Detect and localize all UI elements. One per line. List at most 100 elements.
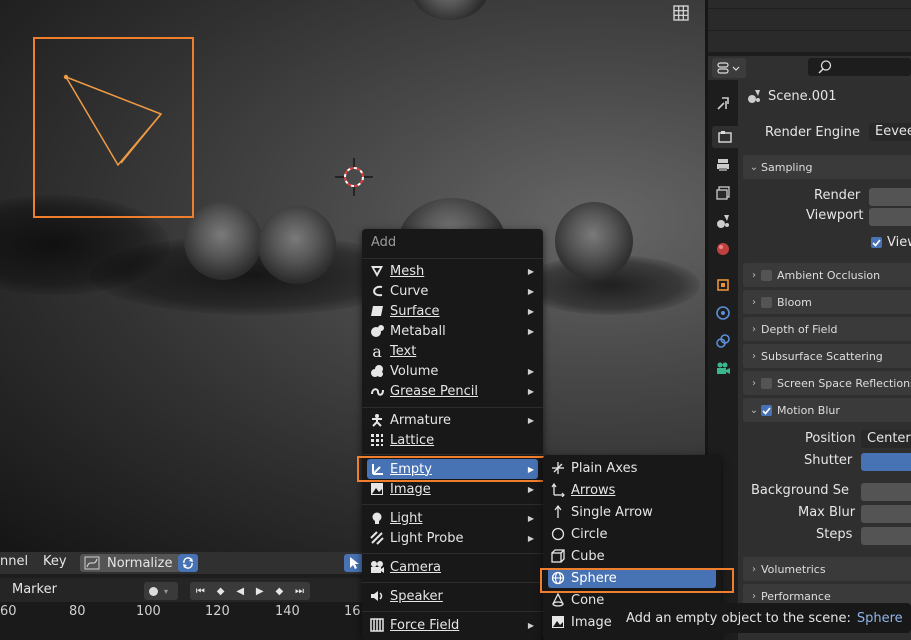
select-tool-button[interactable]: [344, 554, 364, 572]
menu-item-grease-pencil[interactable]: Grease Pencil ▶: [367, 381, 538, 401]
tab-object[interactable]: [712, 274, 734, 296]
jump-start-icon[interactable]: ⏮: [196, 586, 205, 597]
steps-label: Steps: [816, 527, 853, 542]
panel-title: Sampling: [761, 160, 813, 174]
menu-item-plain-axes[interactable]: Plain Axes: [548, 458, 716, 478]
menu-separator: [362, 553, 543, 554]
tab-world[interactable]: [712, 238, 734, 260]
tab-physics[interactable]: [712, 302, 734, 324]
menu-item-curve[interactable]: Curve ▶: [367, 281, 538, 301]
tab-tool[interactable]: [712, 92, 734, 114]
checkbox-icon[interactable]: [761, 377, 772, 389]
menu-item-metaball[interactable]: Metaball ▶: [367, 321, 538, 341]
render-engine-dropdown[interactable]: Eevee: [869, 123, 911, 141]
normalize-toggle[interactable]: Normalize: [80, 554, 180, 572]
toggle-grid-button[interactable]: [670, 2, 692, 24]
normalize-label: Normalize: [107, 555, 173, 571]
cone-icon: [548, 590, 568, 610]
playback-controls: ⏮ ◆ ◀ ▶ ◆ ⏭: [190, 582, 310, 600]
render-icon: [718, 131, 732, 143]
tooltip: Add an empty object to the scene: Sphere: [614, 603, 911, 633]
next-keyframe-icon[interactable]: ◆: [275, 586, 283, 597]
submenu-arrow-icon: ▶: [527, 386, 534, 396]
add-menu: Add Mesh ▶ Curve ▶ Surface ▶ Metaball ▶ …: [362, 229, 543, 640]
tooltip-value: Sphere: [856, 610, 903, 626]
menu-item-force-field[interactable]: Force Field ▶: [367, 615, 538, 635]
steps-field[interactable]: [861, 527, 911, 545]
auto-normalize-button[interactable]: [178, 554, 198, 572]
submenu-arrow-icon: ▶: [527, 533, 534, 543]
menu-item-armature[interactable]: Armature ▶: [367, 410, 538, 430]
outliner-area[interactable]: [708, 0, 911, 52]
editor-type-button[interactable]: [712, 58, 746, 78]
submenu-arrow-icon: ▶: [527, 513, 534, 523]
jump-end-icon[interactable]: ⏭: [295, 586, 304, 597]
max-blur-field[interactable]: [861, 505, 911, 523]
force-field-icon: [367, 615, 387, 635]
3d-cursor-icon[interactable]: [333, 156, 375, 198]
sampling-panel-header[interactable]: ⌄ Sampling: [743, 155, 911, 179]
menu-item-volume[interactable]: Volume ▶: [367, 361, 538, 381]
render-engine-value: Eevee: [875, 124, 911, 139]
tab-scene[interactable]: [712, 210, 734, 232]
checkbox-icon[interactable]: [761, 269, 772, 281]
play-reverse-icon[interactable]: ◀: [236, 586, 244, 597]
tab-constraints[interactable]: [712, 330, 734, 352]
tab-view-layer[interactable]: [712, 182, 734, 204]
marker-menu[interactable]: Marker: [12, 582, 57, 597]
menu-item-image[interactable]: Image ▶: [367, 479, 538, 499]
prev-keyframe-icon[interactable]: ◆: [217, 586, 225, 597]
menu-separator: [362, 582, 543, 583]
menu-item-label: Force Field: [390, 617, 460, 633]
shutter-slider[interactable]: [861, 453, 911, 471]
checkbox-icon[interactable]: [761, 296, 772, 308]
motion-blur-panel-header[interactable]: ⌄ Motion Blur: [743, 398, 911, 422]
menu-item-camera[interactable]: Camera: [367, 557, 538, 577]
menu-item-cube[interactable]: Cube: [548, 546, 716, 566]
menu-item-light-probe[interactable]: Light Probe ▶: [367, 528, 538, 548]
depth-of-field-panel-header[interactable]: › Depth of Field: [743, 317, 911, 341]
play-icon[interactable]: ▶: [256, 586, 264, 597]
surface-icon: [367, 301, 387, 321]
menu-item-speaker[interactable]: Speaker: [367, 586, 538, 606]
properties-header: [708, 56, 911, 80]
ambient-occlusion-panel-header[interactable]: › Ambient Occlusion: [743, 263, 911, 287]
tab-data[interactable]: [712, 358, 734, 380]
checkbox-checked-icon[interactable]: [761, 404, 772, 416]
viewport-samples-field[interactable]: [869, 208, 911, 226]
menu-item-surface[interactable]: Surface ▶: [367, 301, 538, 321]
menu-item-text[interactable]: a Text: [367, 341, 538, 361]
render-samples-field[interactable]: [869, 188, 911, 206]
menu-item-label: Image: [390, 481, 431, 497]
keyframe-toggle[interactable]: ▾: [144, 582, 178, 600]
viewport-denoise-checkbox[interactable]: View: [871, 235, 911, 250]
menu-item-single-arrow[interactable]: Single Arrow: [548, 502, 716, 522]
properties-icon: [717, 62, 740, 74]
submenu-arrow-icon: ▶: [527, 266, 534, 276]
menu-item-mesh[interactable]: Mesh ▶: [367, 261, 538, 281]
tab-output[interactable]: [712, 154, 734, 176]
tab-render[interactable]: [712, 126, 738, 148]
menu-separator: [362, 407, 543, 408]
subsurface-scattering-panel-header[interactable]: › Subsurface Scattering: [743, 344, 911, 368]
background-separation-field[interactable]: [861, 483, 911, 501]
motion-blur-position-dropdown[interactable]: Center: [861, 430, 911, 448]
menu-item-arrows[interactable]: Arrows: [548, 480, 716, 500]
render-properties: Scene.001 Render Engine Eevee ⌄ Sampling…: [738, 80, 911, 640]
bloom-panel-header[interactable]: › Bloom: [743, 290, 911, 314]
menu-item-lattice[interactable]: Lattice: [367, 430, 538, 450]
menu-item-label: Circle: [571, 526, 608, 542]
ssr-panel-header[interactable]: › Screen Space Reflections: [743, 371, 911, 395]
scene-name: Scene.001: [768, 88, 837, 104]
chevron-down-icon: ⌄: [749, 161, 759, 173]
properties-search-input[interactable]: [808, 58, 911, 76]
volumetrics-panel-header[interactable]: › Volumetrics: [743, 557, 911, 581]
physics-icon: [716, 306, 730, 320]
menu-item-circle[interactable]: Circle: [548, 524, 716, 544]
key-menu[interactable]: Key: [43, 554, 67, 569]
panel-title: Performance: [761, 589, 831, 603]
menu-item-light[interactable]: Light ▶: [367, 508, 538, 528]
submenu-arrow-icon: ▶: [527, 366, 534, 376]
channel-menu[interactable]: nnel: [0, 554, 28, 569]
menu-item-label: Text: [390, 343, 417, 359]
